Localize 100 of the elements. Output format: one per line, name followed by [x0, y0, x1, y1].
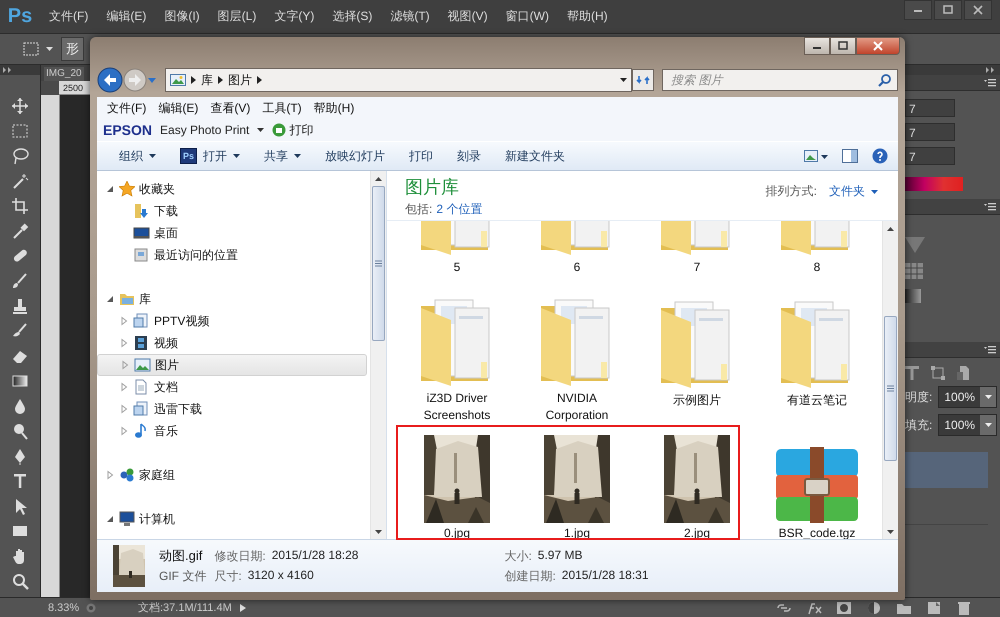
expand-icon[interactable]: [3, 67, 13, 73]
number-field[interactable]: 7: [905, 147, 955, 165]
collapsed-arrow-icon[interactable]: [105, 470, 115, 480]
type-tool-icon[interactable]: [11, 472, 29, 490]
nav-item[interactable]: 迅雷下载: [97, 398, 367, 420]
adjustment-icon[interactable]: [866, 600, 882, 616]
scroll-thumb[interactable]: [884, 316, 897, 461]
zoom-icon[interactable]: [11, 572, 29, 590]
expanded-arrow-icon[interactable]: [105, 514, 115, 524]
app-name[interactable]: Easy Photo Print: [160, 123, 250, 137]
move-tool-icon[interactable]: [11, 97, 29, 115]
nav-item[interactable]: 下载: [97, 200, 367, 222]
crop-icon[interactable]: [11, 197, 29, 215]
dodge-icon[interactable]: [11, 422, 29, 440]
nav-item[interactable]: 库: [97, 288, 367, 310]
breadcrumb-item[interactable]: 图片: [228, 72, 252, 88]
toolbar-button[interactable]: 打印: [397, 144, 445, 168]
toolbar-button[interactable]: Ps 打开: [168, 144, 252, 168]
menu-item[interactable]: 工具(T): [256, 100, 308, 116]
number-field[interactable]: 7: [905, 123, 955, 141]
panel-menu-icon[interactable]: [984, 346, 996, 354]
file-name[interactable]: 5: [405, 259, 509, 276]
document-tab[interactable]: IMG_20: [44, 67, 84, 81]
eyedropper-icon[interactable]: [11, 222, 29, 240]
menu-item[interactable]: 帮助(H): [308, 100, 360, 116]
lasso-icon[interactable]: [11, 147, 29, 165]
toolbar-button[interactable]: 新建文件夹: [493, 144, 577, 168]
expanded-arrow-icon[interactable]: [105, 184, 115, 194]
panel-menu-icon[interactable]: [984, 78, 996, 86]
scroll-up-icon[interactable]: [887, 226, 894, 230]
collapsed-arrow-icon[interactable]: [119, 426, 129, 436]
color-ramp[interactable]: [905, 177, 963, 191]
scrollbar[interactable]: [882, 221, 898, 539]
nav-item[interactable]: 图片: [97, 354, 367, 376]
grid-icon[interactable]: [905, 263, 923, 279]
search-field[interactable]: 搜索 图片: [662, 69, 898, 91]
zoom-level[interactable]: 8.33%: [48, 602, 86, 614]
marquee-tool-icon[interactable]: [11, 122, 29, 140]
collapsed-arrow-icon[interactable]: [119, 404, 129, 414]
toolbar-button[interactable]: 组织: [107, 144, 168, 168]
print-button[interactable]: 打印: [272, 122, 314, 138]
window-button[interactable]: [856, 37, 900, 55]
toolbar-button[interactable]: 共享: [252, 144, 313, 168]
file-name[interactable]: 示例图片: [645, 392, 749, 409]
menu-item[interactable]: 视图(V): [438, 8, 497, 25]
scroll-down-icon[interactable]: [375, 530, 382, 534]
window-button[interactable]: [964, 0, 992, 20]
menu-item[interactable]: 帮助(H): [558, 8, 617, 25]
file-name[interactable]: NVIDIA Corporation: [525, 390, 629, 424]
window-button[interactable]: [804, 37, 830, 55]
nav-item[interactable]: 文档: [97, 376, 367, 398]
file-name[interactable]: 6: [525, 259, 629, 276]
menu-item[interactable]: 文件(F): [40, 8, 98, 25]
panel-menu-icon[interactable]: [984, 202, 996, 210]
nav-item[interactable]: PPTV视频: [97, 310, 367, 332]
window-button[interactable]: [934, 0, 962, 20]
nav-item[interactable]: 家庭组: [97, 464, 367, 486]
nav-item[interactable]: 最近访问的位置: [97, 244, 367, 266]
collapsed-arrow-icon[interactable]: [119, 316, 129, 326]
scroll-down-icon[interactable]: [887, 530, 894, 534]
breadcrumb-item[interactable]: 库: [201, 72, 213, 88]
view-options-icon[interactable]: [804, 149, 828, 163]
preview-pane-icon[interactable]: [842, 149, 858, 163]
menu-item[interactable]: 滤镜(T): [381, 8, 439, 25]
menu-item[interactable]: 选择(S): [323, 8, 382, 25]
scrollbar[interactable]: [370, 171, 386, 539]
arrange-dropdown[interactable]: 文件夹: [829, 183, 878, 200]
file-name[interactable]: 7: [645, 259, 749, 276]
toolbar-button[interactable]: 刻录: [445, 144, 493, 168]
window-button[interactable]: [830, 37, 856, 55]
rectangle-marquee-icon[interactable]: [23, 42, 39, 56]
nav-item[interactable]: 视频: [97, 332, 367, 354]
menu-item[interactable]: 编辑(E): [97, 8, 156, 25]
address-bar[interactable]: 库 图片: [165, 68, 632, 92]
nav-item[interactable]: 收藏夹: [97, 178, 367, 200]
expanded-arrow-icon[interactable]: [105, 294, 115, 304]
smart-object-icon[interactable]: [957, 366, 969, 380]
collapse-icon[interactable]: [986, 67, 996, 73]
collapsed-arrow-icon[interactable]: [119, 382, 129, 392]
menu-item[interactable]: 文件(F): [101, 100, 152, 116]
caret-icon[interactable]: [46, 47, 53, 51]
magic-wand-icon[interactable]: [11, 172, 29, 190]
locations-link[interactable]: 2 个位置: [436, 201, 482, 218]
scroll-up-icon[interactable]: [375, 176, 382, 180]
toolbar-button[interactable]: 放映幻灯片: [313, 144, 397, 168]
nav-item[interactable]: 音乐: [97, 420, 367, 442]
new-layer-icon[interactable]: [926, 600, 942, 616]
trash-icon[interactable]: [956, 600, 972, 616]
search-icon[interactable]: [878, 74, 891, 87]
type-layer-icon[interactable]: [905, 366, 919, 380]
shape-button[interactable]: 形: [61, 37, 84, 61]
caret-icon[interactable]: [257, 128, 264, 132]
menu-item[interactable]: 文字(Y): [265, 8, 324, 25]
triangle-icon[interactable]: [905, 237, 925, 253]
file-name[interactable]: iZ3D Driver Screenshots: [405, 390, 509, 424]
fill-field[interactable]: 100%: [938, 414, 998, 436]
back-button[interactable]: [97, 67, 123, 93]
stamp-icon[interactable]: [11, 297, 29, 315]
scroll-thumb[interactable]: [372, 186, 385, 341]
menu-item[interactable]: 窗口(W): [496, 8, 558, 25]
